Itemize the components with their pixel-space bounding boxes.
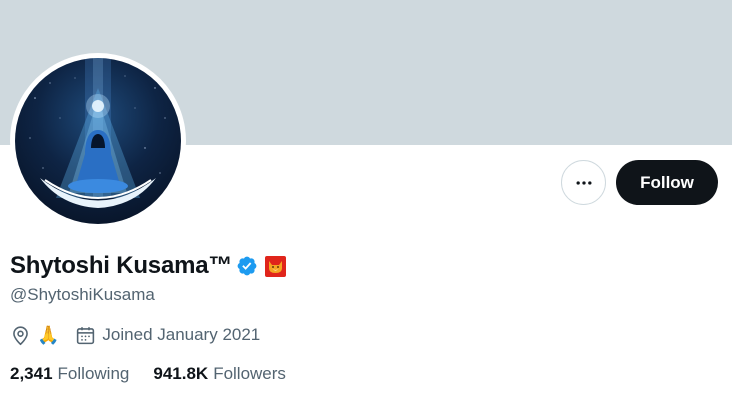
user-handle: @ShytoshiKusama — [10, 285, 155, 304]
joined-date: Joined January 2021 — [102, 325, 261, 344]
followers-label: Followers — [213, 364, 286, 383]
meditating-figure-illustration — [29, 58, 166, 208]
location-item: 🙏 — [10, 325, 59, 346]
location-pin-icon — [10, 325, 31, 346]
following-count: 2,341 — [10, 364, 53, 383]
verified-badge-icon[interactable] — [236, 255, 258, 277]
follow-button[interactable]: Follow — [616, 160, 718, 205]
name-row: Shytoshi Kusama™ — [10, 250, 287, 282]
followers-count: 941.8K — [153, 364, 209, 383]
avatar-image[interactable] — [15, 58, 181, 224]
calendar-icon — [75, 325, 96, 346]
following-link[interactable]: 2,341 Following — [10, 364, 129, 384]
followers-link[interactable]: 941.8K Followers — [153, 364, 286, 384]
following-label: Following — [57, 364, 130, 383]
display-name: Shytoshi Kusama™ — [10, 252, 233, 279]
profile-meta: 🙏 Joined January 2021 — [10, 322, 276, 348]
joined-item: Joined January 2021 — [75, 325, 260, 346]
more-options-button[interactable] — [561, 160, 606, 205]
location-text: 🙏 — [37, 325, 60, 345]
shib-affiliate-badge-icon[interactable] — [265, 255, 287, 277]
follow-stats: 2,341 Following 941.8K Followers — [10, 364, 310, 384]
avatar[interactable] — [10, 53, 186, 229]
more-dots-icon — [576, 180, 591, 185]
